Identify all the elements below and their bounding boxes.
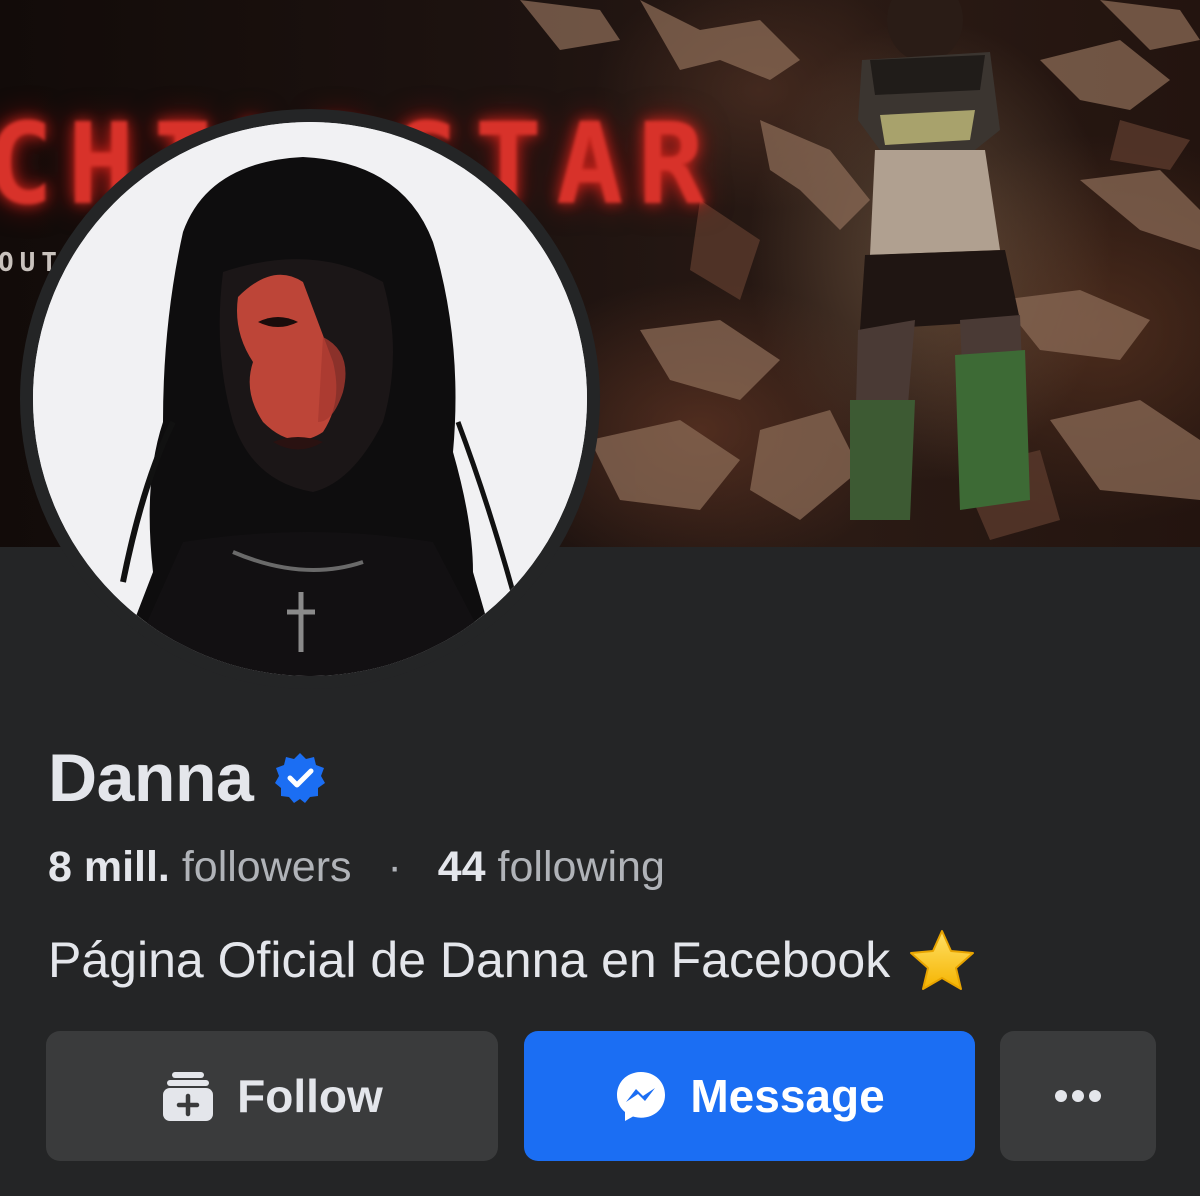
- star-emoji-icon: [910, 930, 975, 990]
- following-count[interactable]: 44: [438, 843, 486, 891]
- message-button[interactable]: Message: [524, 1031, 975, 1161]
- messenger-icon: [614, 1069, 668, 1123]
- verified-badge-icon[interactable]: [273, 751, 327, 805]
- follow-page-plus-icon: [161, 1069, 215, 1123]
- avatar-portrait: [33, 122, 587, 676]
- followers-label[interactable]: followers: [182, 843, 352, 891]
- message-label: Message: [690, 1070, 885, 1122]
- follower-stats: 8 mill. followers · 44 following: [48, 843, 665, 892]
- followers-count[interactable]: 8 mill.: [48, 843, 170, 891]
- profile-screen: CHILDSTAR OUT APRIL 11: [0, 0, 1200, 1196]
- follow-label: Follow: [237, 1070, 383, 1122]
- follow-button[interactable]: Follow: [46, 1031, 498, 1161]
- more-dots-icon: [1055, 1090, 1101, 1102]
- avatar[interactable]: [33, 122, 587, 676]
- more-options-button[interactable]: [1000, 1031, 1156, 1161]
- following-label[interactable]: following: [498, 843, 665, 891]
- bio-text: Página Oficial de Danna en Facebook: [48, 932, 891, 988]
- profile-bio: Página Oficial de Danna en Facebook: [48, 928, 976, 992]
- profile-name: Danna: [48, 740, 254, 816]
- profile-name-row: Danna: [48, 738, 327, 818]
- stats-separator: ·: [387, 843, 402, 891]
